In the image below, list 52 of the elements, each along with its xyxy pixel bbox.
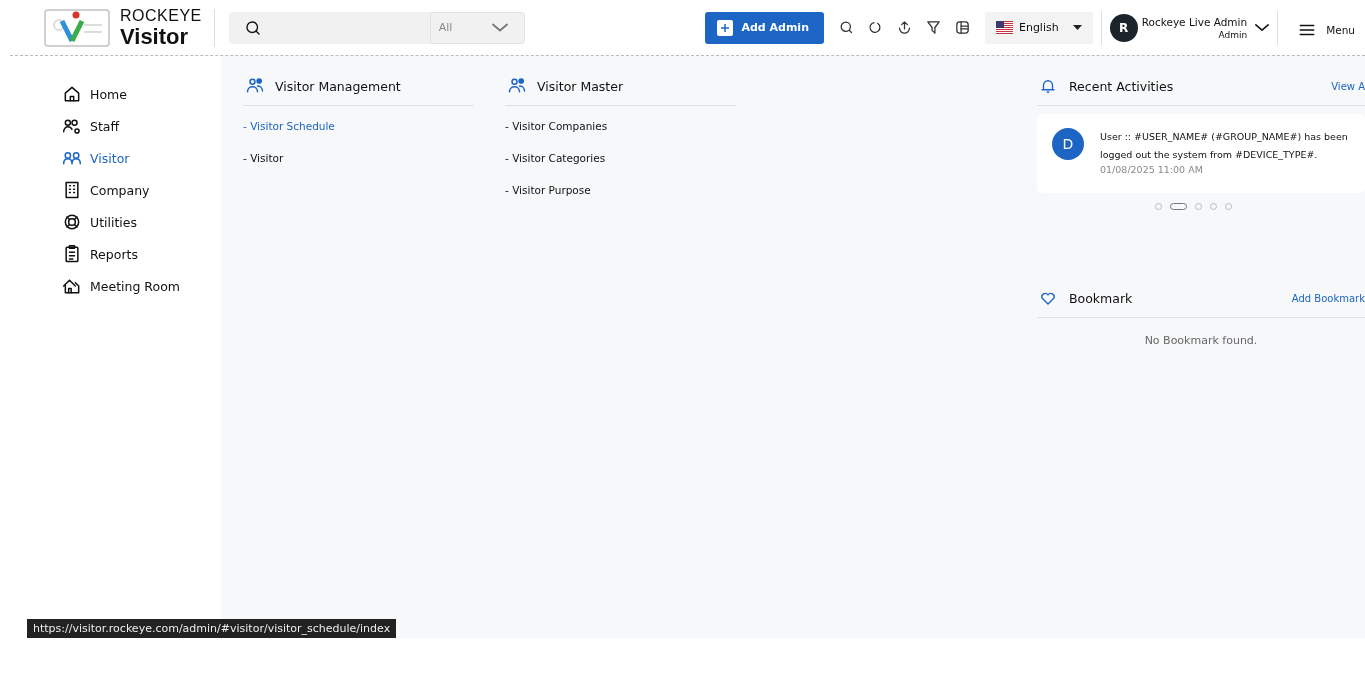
activity-time: 01/08/2025 11:00 AM: [1100, 164, 1204, 175]
menu-link[interactable]: - Visitor Purpose: [505, 182, 736, 214]
menu-link[interactable]: - Visitor Categories: [505, 150, 736, 182]
funnel-icon[interactable]: [924, 19, 942, 36]
status-url: https://visitor.rockeye.com/admin/#visitor/visitor_schedule/index: [27, 619, 397, 638]
add-bookmark-link[interactable]: Add Bookmark: [1291, 292, 1365, 304]
building-icon: [62, 180, 82, 200]
section-title: Visitor Management: [275, 78, 401, 94]
lifebuoy-icon: [62, 212, 82, 232]
clipboard-icon: [62, 244, 82, 264]
people-icon: [245, 76, 265, 96]
house-icon: [62, 276, 82, 296]
sidebar-item[interactable]: Visitor: [62, 142, 221, 174]
sidebar-item[interactable]: Home: [62, 78, 221, 110]
activity-text: User :: #USER_NAME# (#GROUP_NAME#) has been logged out the system from #DEVICE_TYPE#.: [1100, 130, 1349, 162]
avatar: R: [1109, 13, 1138, 42]
menu-button[interactable]: Menu: [1286, 13, 1365, 46]
search-icon: [243, 18, 262, 37]
product-name: Visitor: [120, 25, 190, 48]
section-title: Visitor Master: [537, 78, 624, 94]
user-name: Rockeye Live Admin: [1141, 15, 1248, 28]
caret-icon: [1072, 25, 1082, 30]
sidebar-item[interactable]: Staff: [62, 110, 221, 142]
plus-icon: [717, 19, 734, 36]
add-admin-button[interactable]: Add Admin: [705, 11, 824, 44]
user-role: Admin: [1217, 29, 1248, 40]
chevron-down-icon: [1255, 24, 1270, 31]
filter-value: All: [438, 21, 453, 34]
language-dropdown[interactable]: English: [984, 11, 1093, 44]
home-icon: [62, 84, 82, 104]
brand-name: ROCKEYE: [120, 7, 202, 24]
sidebar-item[interactable]: Utilities: [62, 206, 221, 238]
sidebar-item[interactable]: Reports: [62, 238, 221, 270]
people-gear-icon: [62, 116, 82, 136]
layout-icon[interactable]: [953, 19, 971, 36]
view-all-link[interactable]: View A: [1331, 80, 1365, 92]
sidebar-item[interactable]: Meeting Room: [62, 270, 221, 302]
menu-link[interactable]: - Visitor Companies: [505, 118, 736, 150]
section-title: Bookmark: [1069, 290, 1134, 306]
user-menu[interactable]: R Rockeye Live Admin Admin: [1109, 13, 1270, 42]
sidebar-item[interactable]: Company: [62, 174, 221, 206]
logo-icon: [44, 8, 110, 47]
people-icon: [507, 76, 527, 96]
flag-icon: [995, 21, 1013, 34]
language-label: English: [1018, 21, 1059, 34]
avatar: D: [1052, 128, 1084, 160]
bell-icon: [1039, 77, 1057, 95]
section-title: Recent Activities: [1069, 78, 1175, 94]
menu-link[interactable]: - Visitor: [243, 150, 474, 182]
empty-message: No Bookmark found.: [1143, 334, 1259, 347]
menu-link[interactable]: - Visitor Schedule: [243, 118, 474, 150]
chevron-down-icon: [491, 23, 508, 32]
